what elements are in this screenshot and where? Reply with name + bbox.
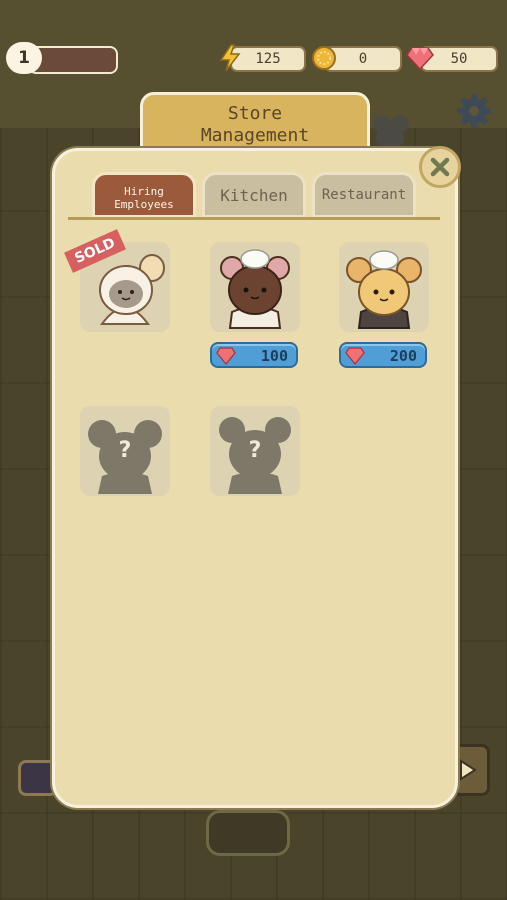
gem-icon bbox=[216, 347, 236, 365]
employee-card-locked-2[interactable]: ? bbox=[210, 406, 300, 496]
energy-counter: 125 bbox=[216, 44, 306, 72]
close-icon bbox=[430, 157, 450, 177]
question-mark: ? bbox=[118, 438, 132, 463]
bottom-button[interactable] bbox=[206, 810, 290, 856]
gem-counter: 50 bbox=[406, 44, 498, 72]
employee-card-brown-bear[interactable] bbox=[210, 242, 300, 332]
tab-restaurant[interactable]: Restaurant bbox=[312, 172, 416, 218]
question-mark: ? bbox=[248, 438, 262, 463]
gem-icon bbox=[406, 44, 434, 72]
gem-icon bbox=[345, 347, 365, 365]
tab-hiring-employees[interactable]: Hiring Employees bbox=[92, 172, 196, 218]
employee-card-locked-1[interactable]: ? bbox=[80, 406, 170, 496]
bear-chef-icon bbox=[220, 249, 290, 329]
lightning-icon bbox=[216, 44, 244, 72]
coin-counter: 0 bbox=[310, 44, 402, 72]
panel-title: Store Management bbox=[200, 103, 310, 146]
mouse-silhouette-icon bbox=[368, 112, 412, 152]
level-indicator: 1 bbox=[6, 42, 118, 74]
tab-divider bbox=[68, 217, 440, 220]
close-button[interactable] bbox=[419, 146, 461, 188]
price-button-brown-bear[interactable]: 100 bbox=[210, 342, 298, 368]
level-badge: 1 bbox=[6, 42, 42, 74]
employee-card-yellow-mouse[interactable] bbox=[339, 242, 429, 332]
mouse-chef-icon bbox=[346, 250, 422, 329]
coin-icon bbox=[310, 44, 338, 72]
tab-kitchen[interactable]: Kitchen bbox=[202, 172, 306, 218]
price-button-yellow-mouse[interactable]: 200 bbox=[339, 342, 427, 368]
settings-gear-icon[interactable] bbox=[455, 92, 493, 130]
